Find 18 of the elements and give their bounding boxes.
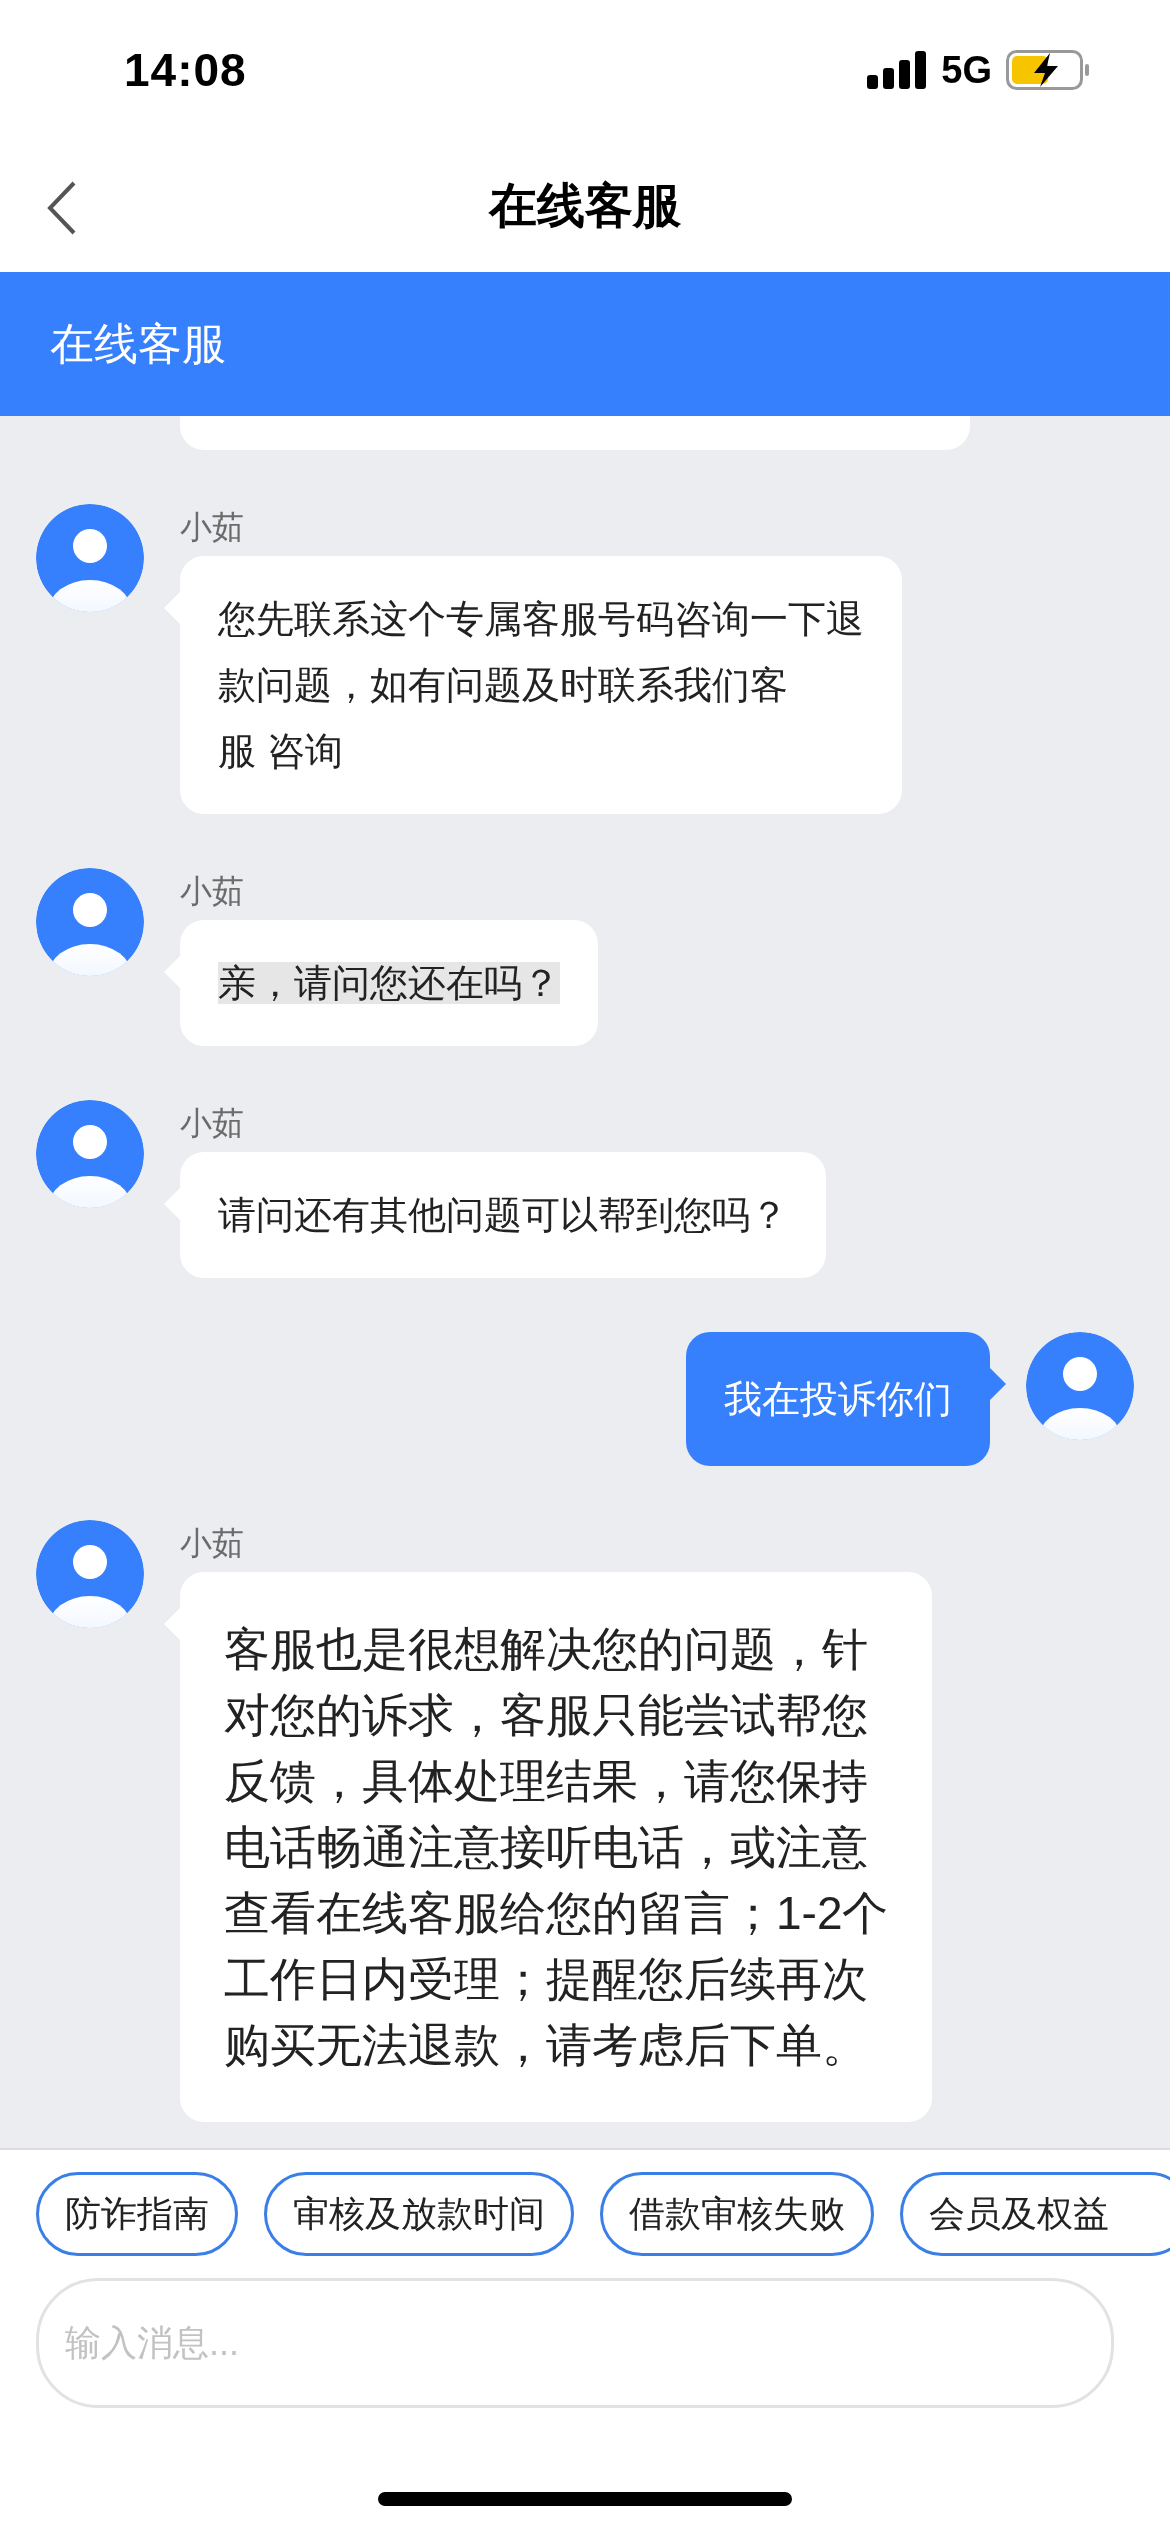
- message-input-field[interactable]: 输入消息...: [36, 2278, 1114, 2408]
- quick-reply-chip[interactable]: 借款审核失败: [600, 2172, 874, 2256]
- message-bubble: 您先联系这个专属客服号码咨询一下退 款问题，如有问题及时联系我们客 服 咨询: [180, 556, 902, 814]
- quick-reply-chip[interactable]: 防诈指南: [36, 2172, 238, 2256]
- sender-name: 小茹: [180, 508, 245, 546]
- quick-reply-chip[interactable]: 审核及放款时间: [264, 2172, 574, 2256]
- quick-reply-chip[interactable]: 会员及权益: [900, 2172, 1170, 2256]
- message-bubble: 客服也是很想解决您的问题，针 对您的诉求，客服只能尝试帮您 反馈，具体处理结果，请您保持 电话畅通注意接听电话，或注意 查看在线客服给您的留言；1-2个 工作日内受理；提醒您后续再次 购买无法退款，请考虑后下单。: [180, 1572, 933, 2122]
- sender-name: 小茹: [180, 872, 245, 910]
- message-bubble: 亲，请问您还在吗？: [180, 920, 598, 1046]
- message-bubble: 我在投诉你们: [686, 1332, 990, 1466]
- network-label: 5G: [941, 48, 992, 92]
- sender-name: 小茹: [180, 1524, 245, 1562]
- sender-name: 小茹: [180, 1104, 245, 1142]
- page-title: 在线客服: [489, 178, 681, 234]
- status-time: 14:08: [124, 43, 247, 97]
- message-bubble: 请问还有其他问题可以帮到您吗？: [180, 1152, 826, 1278]
- header-title: 在线客服: [50, 317, 226, 370]
